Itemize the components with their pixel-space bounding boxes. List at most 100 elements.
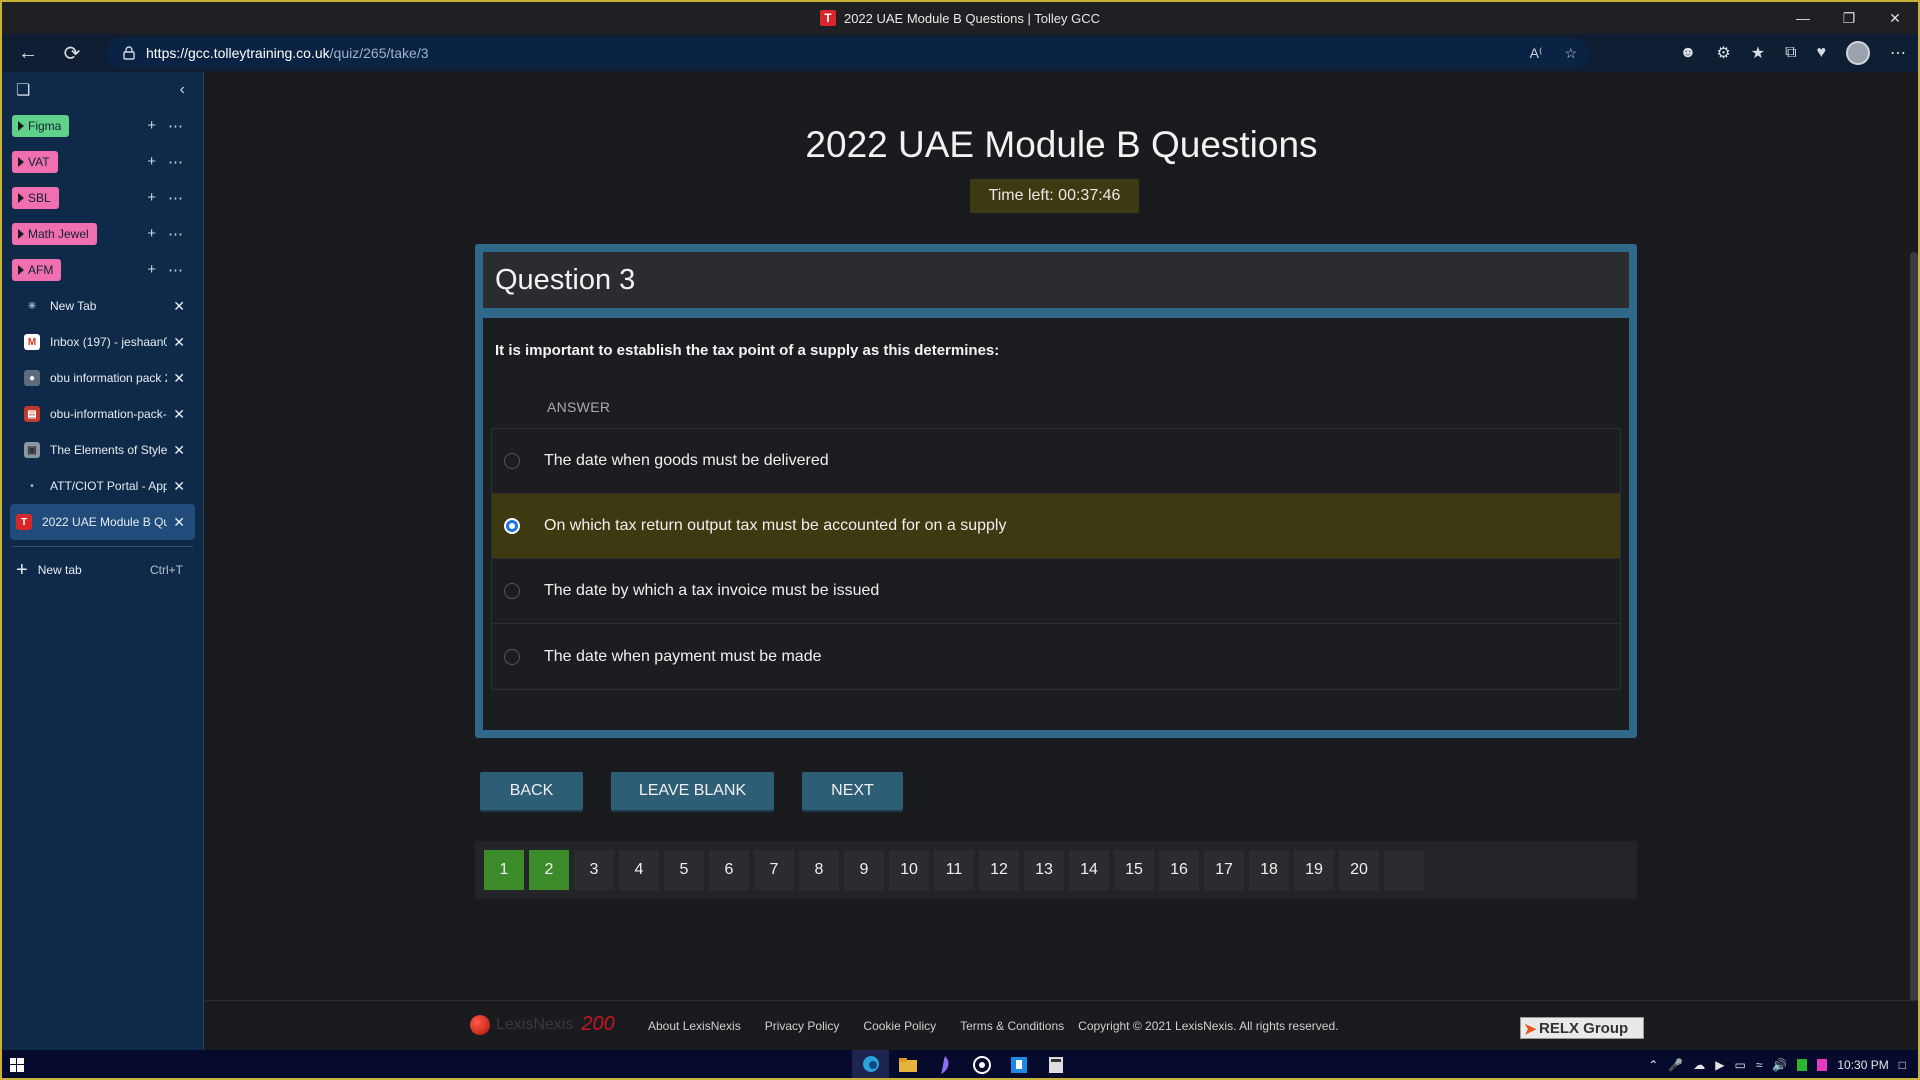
restore-icon[interactable]: ❐ [1826, 2, 1872, 34]
tab-group[interactable]: SBL + ⋯ [2, 180, 203, 216]
group-more-icon[interactable]: ⋯ [168, 261, 183, 279]
answer-option[interactable]: On which tax return output tax must be a… [492, 494, 1620, 559]
back-button[interactable]: BACK [480, 772, 583, 810]
page-number-button[interactable]: 8 [799, 850, 839, 890]
tab-group-chip[interactable]: Math Jewel [12, 223, 97, 245]
next-button[interactable]: NEXT [802, 772, 903, 810]
page-number-button[interactable]: 20 [1339, 850, 1379, 890]
group-more-icon[interactable]: ⋯ [168, 189, 183, 207]
back-nav-icon[interactable]: ← [10, 37, 46, 69]
profile-avatar-icon[interactable] [1846, 41, 1870, 65]
tab-group[interactable]: Figma + ⋯ [2, 108, 203, 144]
footer-link[interactable]: Terms & Conditions [960, 1019, 1064, 1033]
sidebar-tab[interactable]: ☀ New Tab ✕ [10, 288, 195, 324]
page-number-button[interactable]: 2 [529, 850, 569, 890]
read-aloud-icon[interactable]: A⁽ [1530, 45, 1543, 62]
page-number-button[interactable]: 9 [844, 850, 884, 890]
sidebar-tab[interactable]: ▤ obu-information-pack- ✕ [10, 396, 195, 432]
group-more-icon[interactable]: ⋯ [168, 117, 183, 135]
vertical-scrollbar[interactable] [1910, 252, 1918, 1032]
new-tab-button[interactable]: + New tab Ctrl+T [2, 553, 203, 587]
close-tab-icon[interactable]: ✕ [173, 514, 185, 531]
page-number-button[interactable]: 4 [619, 850, 659, 890]
add-to-group-icon[interactable]: + [147, 261, 156, 279]
tab-group-chip[interactable]: SBL [12, 187, 59, 209]
volume-icon[interactable]: 🔊 [1772, 1058, 1787, 1072]
calculator-icon[interactable] [1037, 1050, 1074, 1078]
page-number-button[interactable]: 17 [1204, 850, 1244, 890]
more-menu-icon[interactable]: ⋯ [1890, 43, 1906, 63]
windows-start-icon[interactable] [2, 1050, 32, 1078]
footer-link[interactable]: Privacy Policy [765, 1019, 840, 1033]
page-number-button[interactable]: 3 [574, 850, 614, 890]
close-tab-icon[interactable]: ✕ [173, 478, 185, 495]
play-icon[interactable]: ▶ [1715, 1058, 1724, 1072]
page-number-button[interactable]: 18 [1249, 850, 1289, 890]
browser-essentials-icon[interactable]: ♥ [1817, 44, 1827, 62]
close-tab-icon[interactable]: ✕ [173, 406, 185, 423]
tab-group-chip[interactable]: AFM [12, 259, 62, 281]
group-more-icon[interactable]: ⋯ [168, 153, 183, 171]
microphone-icon[interactable]: 🎤 [1668, 1058, 1683, 1072]
answer-option[interactable]: The date by which a tax invoice must be … [492, 559, 1620, 624]
page-number-button[interactable]: 19 [1294, 850, 1334, 890]
lexisnexis-logo[interactable]: LexisNexis 200 [470, 1013, 615, 1036]
answer-radio[interactable] [504, 648, 520, 665]
collapse-sidebar-icon[interactable]: ‹ [180, 81, 185, 99]
add-to-group-icon[interactable]: + [147, 225, 156, 243]
minimize-icon[interactable]: — [1780, 2, 1826, 34]
sidebar-tab[interactable]: ▣ The Elements of Style - ✕ [10, 432, 195, 468]
page-number-button[interactable]: 12 [979, 850, 1019, 890]
tab-group[interactable]: VAT + ⋯ [2, 144, 203, 180]
sidebar-tab[interactable]: M Inbox (197) - jeshaan03 ✕ [10, 324, 195, 360]
footer-link[interactable]: Cookie Policy [863, 1019, 936, 1033]
page-more-button[interactable] [1384, 850, 1424, 890]
collections-icon[interactable]: ⧉ [1785, 44, 1796, 62]
close-window-icon[interactable]: ✕ [1872, 2, 1918, 34]
page-number-button[interactable]: 13 [1024, 850, 1064, 890]
footer-link[interactable]: About LexisNexis [648, 1019, 741, 1033]
add-to-group-icon[interactable]: + [147, 153, 156, 171]
page-number-button[interactable]: 5 [664, 850, 704, 890]
extensions-puzzle-icon[interactable]: ⚙ [1716, 43, 1730, 63]
tab-actions-icon[interactable]: ❏ [16, 80, 30, 100]
page-number-button[interactable]: 16 [1159, 850, 1199, 890]
edge-browser-icon[interactable] [852, 1050, 889, 1078]
answer-radio[interactable] [504, 453, 520, 469]
page-number-button[interactable]: 14 [1069, 850, 1109, 890]
favorites-icon[interactable]: ★ [1751, 43, 1765, 63]
answer-option[interactable]: The date when payment must be made [492, 624, 1620, 689]
sidebar-tab[interactable]: ● obu information pack 2 ✕ [10, 360, 195, 396]
close-tab-icon[interactable]: ✕ [173, 442, 185, 459]
wifi-icon[interactable]: ≈ [1756, 1058, 1763, 1072]
answer-radio[interactable] [504, 583, 520, 599]
onedrive-icon[interactable]: ☁ [1693, 1058, 1705, 1072]
answer-option[interactable]: The date when goods must be delivered [492, 429, 1620, 494]
favorite-star-icon[interactable]: ☆ [1564, 45, 1577, 62]
relx-group-logo[interactable]: ➤ RELX Group [1520, 1017, 1644, 1039]
page-number-button[interactable]: 15 [1114, 850, 1154, 890]
address-bar[interactable]: https://gcc.tolleytraining.co.uk/quiz/26… [106, 38, 1589, 68]
close-tab-icon[interactable]: ✕ [173, 298, 185, 315]
add-to-group-icon[interactable]: + [147, 117, 156, 135]
green-status-icon[interactable] [1797, 1059, 1808, 1071]
group-more-icon[interactable]: ⋯ [168, 225, 183, 243]
tab-group[interactable]: Math Jewel + ⋯ [2, 216, 203, 252]
sidebar-tab[interactable]: • ATT/CIOT Portal - Appl ✕ [10, 468, 195, 504]
store-app-icon[interactable] [1000, 1050, 1037, 1078]
close-tab-icon[interactable]: ✕ [173, 370, 185, 387]
notification-center-icon[interactable]: □ [1899, 1058, 1906, 1072]
extension-icon[interactable]: ☻ [1680, 44, 1697, 62]
sidebar-tab[interactable]: T 2022 UAE Module B Qu ✕ [10, 504, 195, 540]
whatsapp-icon[interactable] [963, 1050, 1000, 1078]
pink-status-icon[interactable] [1817, 1059, 1828, 1071]
battery-icon[interactable]: ▭ [1734, 1058, 1745, 1072]
tray-chevron-icon[interactable]: ⌃ [1648, 1058, 1658, 1072]
add-to-group-icon[interactable]: + [147, 189, 156, 207]
feather-app-icon[interactable] [926, 1050, 963, 1078]
leave-blank-button[interactable]: LEAVE BLANK [611, 772, 774, 810]
page-number-button[interactable]: 7 [754, 850, 794, 890]
tab-group-chip[interactable]: VAT [12, 151, 58, 173]
file-explorer-icon[interactable] [889, 1050, 926, 1078]
refresh-icon[interactable]: ⟳ [54, 37, 90, 69]
